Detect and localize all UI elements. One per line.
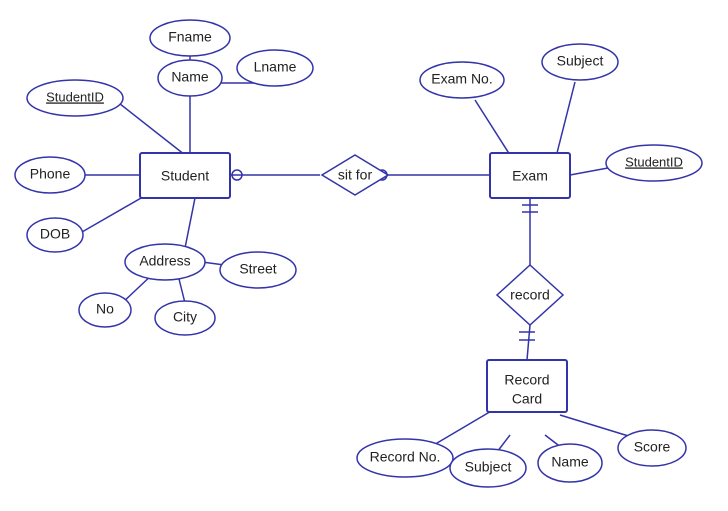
- record-label: record: [510, 287, 550, 303]
- record-no-label: Record No.: [370, 449, 441, 465]
- dob-label: DOB: [40, 226, 70, 242]
- exam-label: Exam: [512, 168, 548, 184]
- city-label: City: [173, 309, 197, 325]
- record-card-label2: Card: [512, 391, 542, 407]
- phone-label: Phone: [30, 166, 71, 182]
- score-label: Score: [634, 439, 671, 455]
- subject-rc-label: Subject: [465, 459, 512, 475]
- studentid-label: StudentID: [46, 89, 104, 104]
- fname-label: Fname: [168, 29, 212, 45]
- studentid-exam-label: StudentID: [625, 154, 683, 169]
- exam-no-label: Exam No.: [431, 71, 492, 87]
- name-rc-label: Name: [551, 454, 589, 470]
- er-diagram: Student Exam Record Card sit for record …: [0, 0, 728, 506]
- no-label: No: [96, 301, 114, 317]
- sit-for-label: sit for: [338, 167, 373, 183]
- record-card-label: Record: [504, 372, 549, 388]
- student-label: Student: [161, 168, 209, 184]
- address-label: Address: [139, 253, 190, 269]
- subject-exam-label: Subject: [557, 53, 604, 69]
- street-label: Street: [239, 261, 276, 277]
- lname-label: Lname: [254, 59, 297, 75]
- name-student-label: Name: [171, 69, 209, 85]
